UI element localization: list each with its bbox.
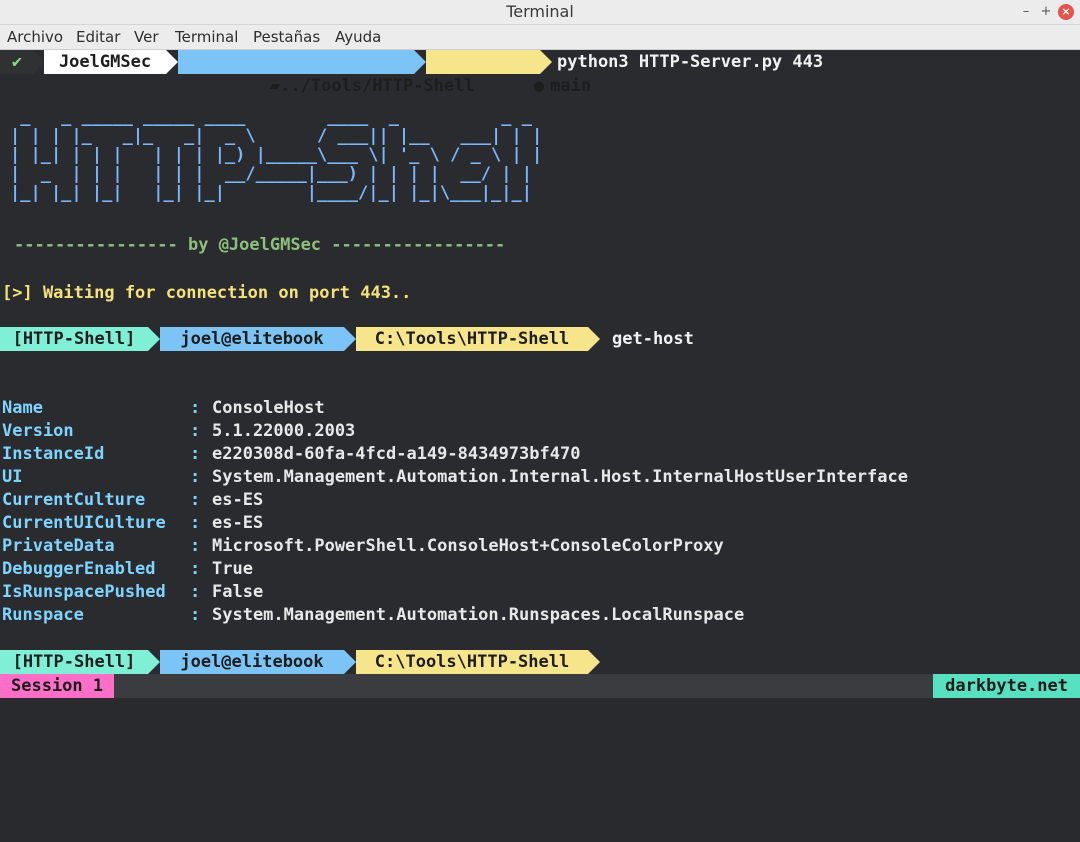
banner-byline: ---------------- by @JoelGMSec ---------… bbox=[14, 235, 506, 255]
github-icon: ● bbox=[533, 76, 545, 96]
shell-prompt: [HTTP-Shell] joel@elitebook C:\Tools\HTT… bbox=[0, 650, 1080, 674]
menu-terminal[interactable]: Terminal bbox=[175, 27, 238, 47]
info-row: DebuggerEnabled: True bbox=[2, 559, 253, 579]
minimize-button[interactable]: – bbox=[1018, 4, 1034, 20]
shell-host: joel@elitebook bbox=[160, 327, 344, 351]
menu-pestanas[interactable]: Pestañas bbox=[253, 27, 320, 47]
title-bar: Terminal – + × bbox=[0, 0, 1080, 25]
prompt-user: JoelGMSec bbox=[44, 50, 166, 74]
menu-archivo[interactable]: Archivo bbox=[7, 27, 63, 47]
menu-ver[interactable]: Ver bbox=[134, 27, 159, 47]
close-button[interactable]: × bbox=[1058, 4, 1074, 20]
info-row: IsRunspacePushed: False bbox=[2, 582, 264, 602]
status-bar: Session 1 darkbyte.net bbox=[0, 674, 1080, 698]
shell-tag: [HTTP-Shell] bbox=[0, 327, 148, 351]
ascii-banner: _ _ _____ _____ ____ ____ _ _ _ | | | |_… bbox=[10, 107, 543, 203]
status-brand: darkbyte.net bbox=[933, 674, 1080, 698]
info-row: PrivateData: Microsoft.PowerShell.Console… bbox=[2, 536, 724, 556]
prompt-line: ✔ JoelGMSec ▰../Tools/HTTP-Shell ● main p… bbox=[0, 50, 1080, 96]
prompt-path: ▰../Tools/HTTP-Shell bbox=[178, 50, 475, 96]
terminal-output[interactable]: ✔ JoelGMSec ▰../Tools/HTTP-Shell ● main p… bbox=[0, 50, 1080, 698]
info-row: Name: ConsoleHost bbox=[2, 398, 325, 418]
info-row: UI: System.Management.Automation.Internal… bbox=[2, 467, 908, 487]
shell-tag: [HTTP-Shell] bbox=[0, 650, 148, 674]
shell-command: get-host bbox=[612, 329, 694, 349]
shell-host: joel@elitebook bbox=[160, 650, 344, 674]
shell-path: C:\Tools\HTTP-Shell bbox=[356, 327, 588, 351]
menu-editar[interactable]: Editar bbox=[76, 27, 120, 47]
session-tab[interactable]: Session 1 bbox=[0, 674, 115, 698]
check-icon: ✔ bbox=[0, 50, 34, 74]
info-row: CurrentCulture: es-ES bbox=[2, 490, 264, 510]
waiting-message: [>] Waiting for connection on port 443.. bbox=[2, 283, 412, 303]
info-row: Version:5.1.22000.2003 bbox=[2, 421, 356, 441]
shell-path: C:\Tools\HTTP-Shell bbox=[356, 650, 588, 674]
prompt-command: python3 HTTP-Server.py 443 bbox=[557, 52, 824, 72]
menu-bar: Archivo Editar Ver Terminal Pestañas Ayu… bbox=[0, 25, 1080, 50]
prompt-branch: ● main bbox=[426, 50, 591, 96]
shell-prompt: [HTTP-Shell] joel@elitebook C:\Tools\HTT… bbox=[0, 327, 1080, 351]
maximize-button[interactable]: + bbox=[1038, 4, 1054, 20]
window-title: Terminal bbox=[506, 2, 574, 21]
terminal-window: Terminal – + × Archivo Editar Ver Termin… bbox=[0, 0, 1080, 698]
menu-ayuda[interactable]: Ayuda bbox=[335, 27, 381, 47]
info-row: InstanceId: e220308d-60fa-4fcd-a149-84349… bbox=[2, 444, 581, 464]
info-row: CurrentUICulture: es-ES bbox=[2, 513, 264, 533]
folder-icon: ▰ bbox=[269, 76, 281, 96]
info-row: Runspace: System.Management.Automation.Ru… bbox=[2, 605, 745, 625]
